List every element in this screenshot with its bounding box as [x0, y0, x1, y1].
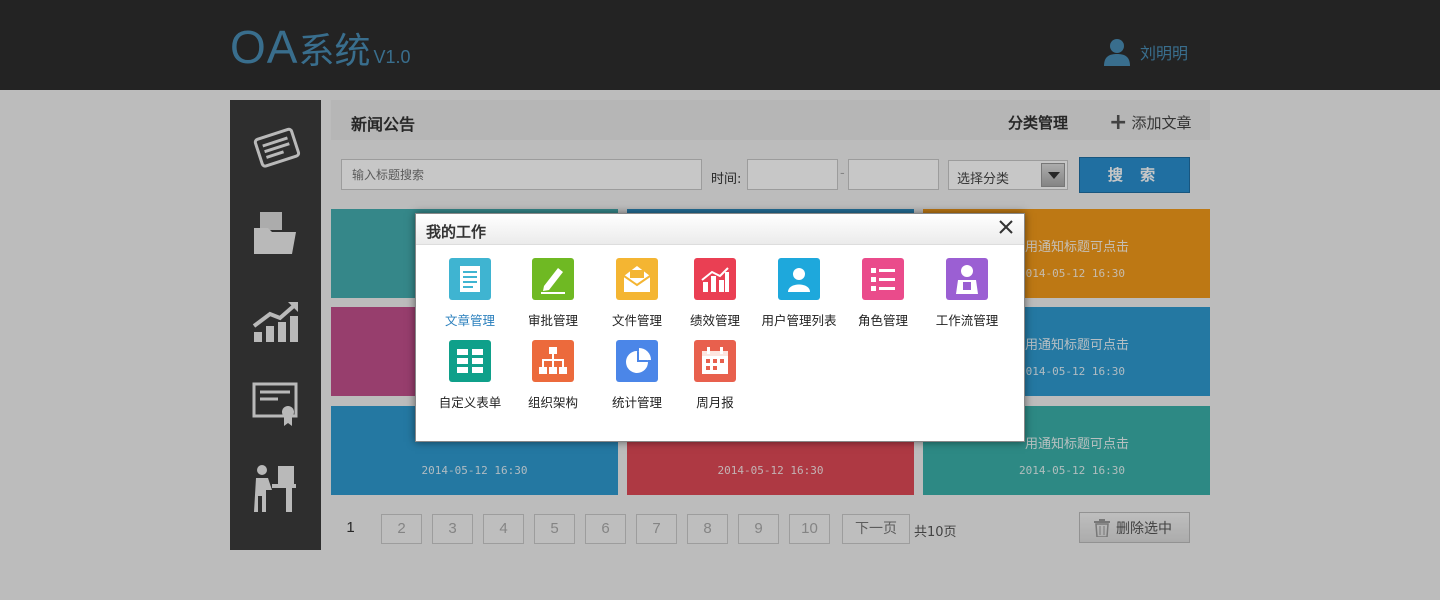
app-shortcut[interactable]: 组织架构 [508, 340, 598, 411]
dialog-title: 我的工作 [426, 223, 487, 241]
envelope-icon [616, 258, 658, 300]
bullet-list-icon [862, 258, 904, 300]
app-shortcut[interactable]: 用户管理列表 [749, 258, 849, 329]
user-card-icon [778, 258, 820, 300]
app-shortcut[interactable]: 周月报 [670, 340, 760, 411]
app-label: 自定义表单 [438, 395, 502, 410]
app-shortcut[interactable]: 角色管理 [838, 258, 928, 329]
app-shortcut[interactable]: 绩效管理 [670, 258, 760, 329]
app-shortcut[interactable]: 统计管理 [592, 340, 682, 411]
app-label: 组织架构 [527, 395, 578, 410]
pie-chart-icon [616, 340, 658, 382]
app-shortcut[interactable]: 审批管理 [508, 258, 598, 329]
close-icon[interactable] [996, 217, 1016, 237]
dialog-header: 我的工作 [416, 214, 1024, 245]
person-workflow-icon [946, 258, 988, 300]
app-shortcut[interactable]: 工作流管理 [922, 258, 1012, 329]
app-label: 统计管理 [611, 395, 662, 410]
org-chart-icon [532, 340, 574, 382]
app-label: 审批管理 [527, 313, 578, 328]
calendar-icon [694, 340, 736, 382]
document-list-icon [449, 258, 491, 300]
app-label: 绩效管理 [689, 313, 740, 328]
app-label: 周月报 [696, 395, 734, 410]
app-shortcut[interactable]: 自定义表单 [425, 340, 515, 411]
app-label: 工作流管理 [935, 313, 999, 328]
app-label: 角色管理 [857, 313, 908, 328]
grid-table-icon [449, 340, 491, 382]
my-work-dialog: 我的工作 文章管理 审批管理 文件管理 绩效管理 用户管理列表 角色管理 工作流管理自定义表… [415, 213, 1025, 442]
app-shortcut[interactable]: 文章管理 [425, 258, 515, 329]
app-label: 文件管理 [611, 313, 662, 328]
app-label: 用户管理列表 [761, 313, 837, 328]
pencil-edit-icon [532, 258, 574, 300]
app-shortcut[interactable]: 文件管理 [592, 258, 682, 329]
bar-chart-icon [694, 258, 736, 300]
app-label: 文章管理 [444, 313, 495, 328]
